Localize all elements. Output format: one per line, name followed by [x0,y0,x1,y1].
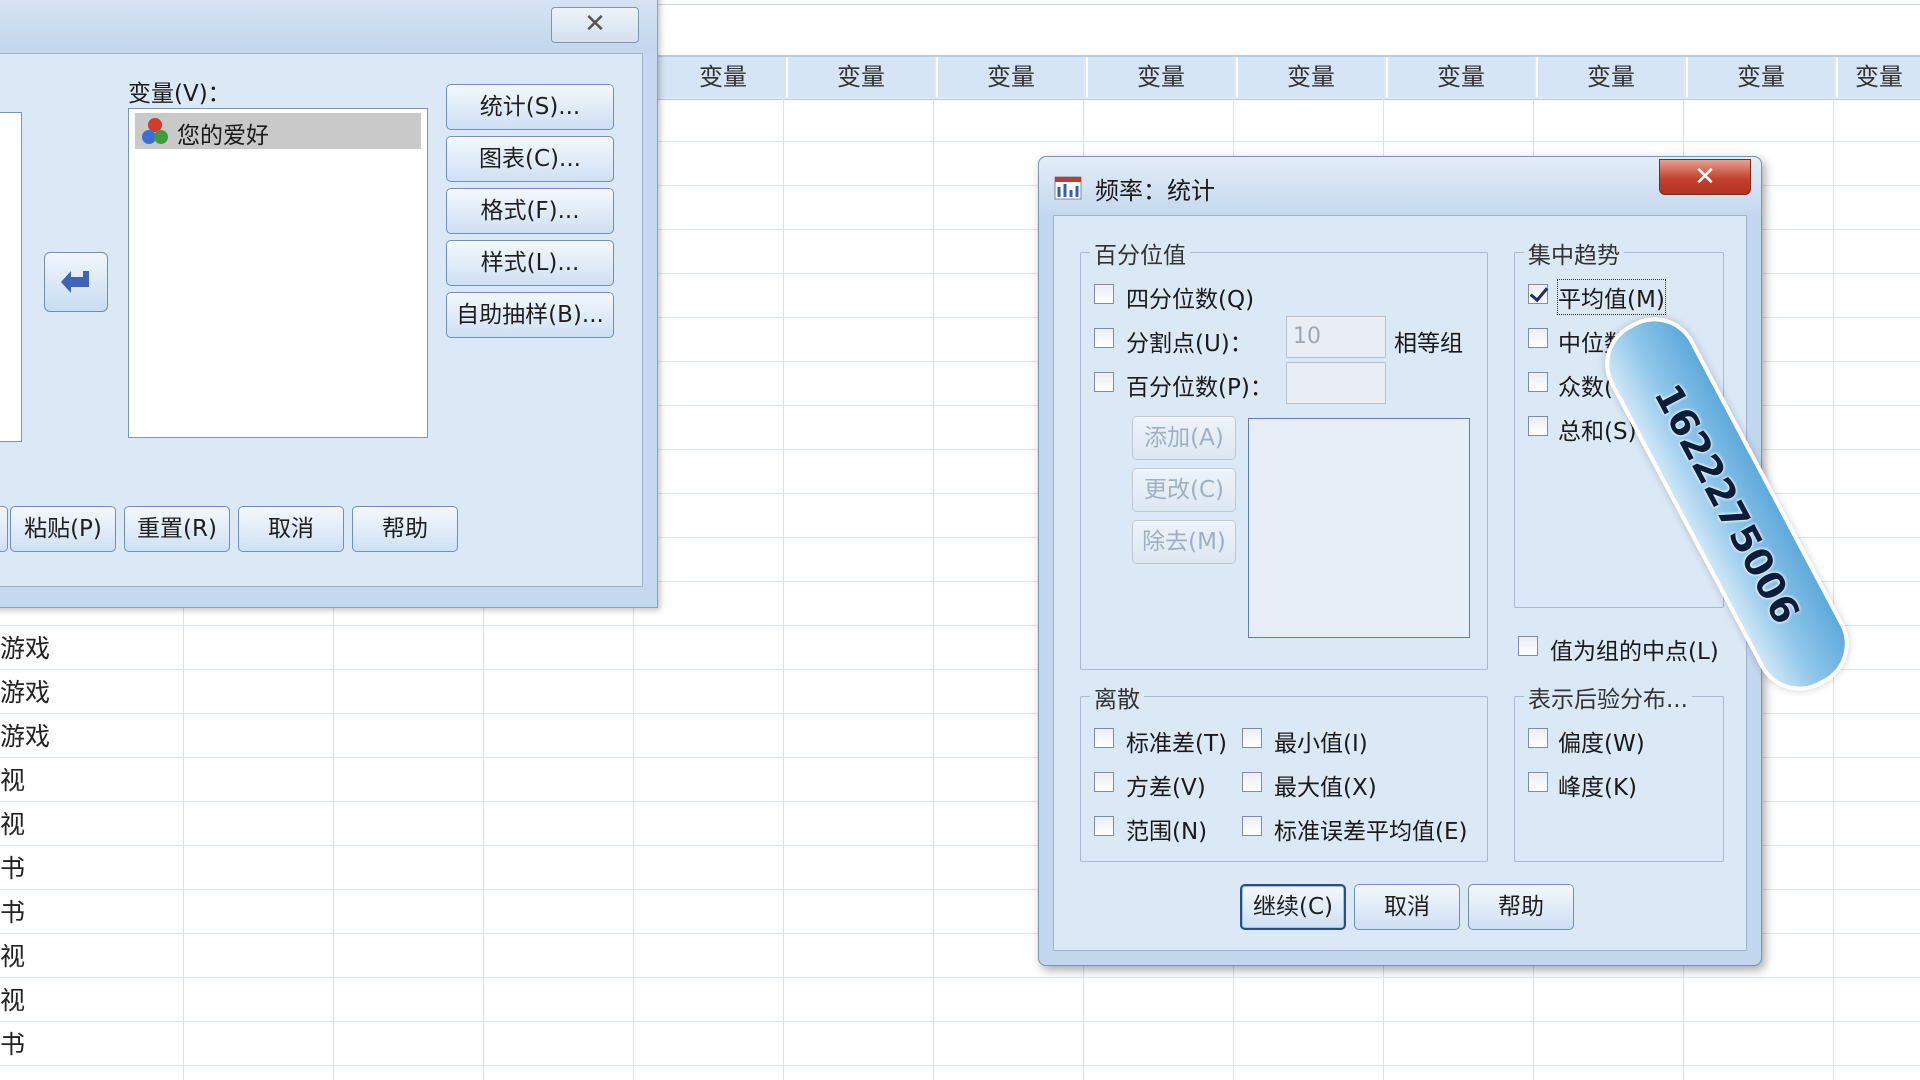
variance-checkbox[interactable] [1094,772,1114,792]
kurtosis-label: 峰度(K) [1558,775,1638,801]
mode-checkbox[interactable] [1528,372,1548,392]
column-header[interactable]: 变量 [1086,57,1234,97]
percentiles-checkbox[interactable] [1094,372,1114,392]
statistics-titlebar[interactable]: 频率：统计 [1039,157,1761,215]
maximum-checkbox[interactable] [1242,772,1262,792]
app-icon [1054,176,1082,200]
se-mean-label: 标准误差平均值(E) [1274,819,1468,845]
close-icon: ✕ [1694,162,1716,192]
table-cell[interactable]: 游戏 [0,627,50,671]
percentiles-input[interactable] [1286,362,1386,404]
maximum-label: 最大值(X) [1274,775,1377,801]
frequencies-dialog: ✕ 变量(V)： 您的爱好 统计(S)... 图表(C)... 格式(F)...… [0,0,658,608]
skewness-label: 偏度(W) [1558,731,1645,757]
mean-checkbox[interactable] [1528,284,1548,304]
frequencies-client-area: 变量(V)： 您的爱好 统计(S)... 图表(C)... 格式(F)... 样… [0,53,643,587]
statistics-dialog: 频率：统计 ✕ 百分位值 四分位数(Q) 分割点(U)： 10 相等组 百分位数… [1038,156,1762,966]
table-cell[interactable]: 书 [0,891,25,935]
move-variable-button[interactable] [44,252,108,312]
column-header[interactable]: 变量 [1536,57,1684,97]
continue-button[interactable]: 继续(C) [1240,884,1346,930]
column-header[interactable]: 变量 [1686,57,1834,97]
dialog-title: 频率：统计 [1095,177,1215,205]
charts-button[interactable]: 图表(C)... [446,136,614,182]
column-header[interactable]: 变量 [1386,57,1534,97]
help-button[interactable]: 帮助 [352,506,458,552]
bootstrap-button[interactable]: 自助抽样(B)... [446,292,614,338]
minimum-label: 最小值(I) [1274,731,1368,757]
std-dev-label: 标准差(T) [1126,731,1227,757]
variable-name: 您的爱好 [177,123,269,149]
close-button[interactable]: ✕ [1659,159,1751,195]
percentiles-label: 百分位数(P)： [1126,375,1273,401]
table-cell[interactable]: 视 [0,979,25,1023]
group-midpoints-label: 值为组的中点(L) [1550,639,1719,665]
target-variable-list[interactable]: 您的爱好 [128,108,428,438]
arrow-left-icon [61,271,89,293]
column-header[interactable]: 变量 [1236,57,1384,97]
variance-label: 方差(V) [1126,775,1206,801]
equal-groups-label: 相等组 [1394,331,1463,357]
variables-label: 变量(V)： [128,81,231,107]
close-icon: ✕ [584,9,606,39]
paste-button[interactable]: 粘贴(P) [10,506,116,552]
reset-button[interactable]: 重置(R) [124,506,230,552]
table-cell[interactable]: 视 [0,935,25,979]
distribution-title: 表示后验分布... [1524,680,1692,714]
source-variable-list[interactable] [0,112,22,442]
table-cell[interactable]: 游戏 [0,671,50,715]
range-checkbox[interactable] [1094,816,1114,836]
change-button[interactable]: 更改(C) [1132,468,1236,512]
mean-label: 平均值(M) [1557,279,1666,315]
remove-button[interactable]: 除去(M) [1132,520,1236,564]
list-item[interactable]: 您的爱好 [135,113,421,149]
column-header[interactable]: 变量 [936,57,1084,97]
group-midpoints-checkbox[interactable] [1518,636,1538,656]
cancel-button[interactable]: 取消 [238,506,344,552]
sum-checkbox[interactable] [1528,416,1548,436]
grid-row-line [0,1065,1920,1066]
kurtosis-checkbox[interactable] [1528,772,1548,792]
cut-points-label: 分割点(U)： [1126,331,1253,357]
median-checkbox[interactable] [1528,328,1548,348]
range-label: 范围(N) [1126,819,1208,845]
table-cell[interactable]: 书 [0,847,25,891]
quartiles-checkbox[interactable] [1094,284,1114,304]
percentile-group-title: 百分位值 [1090,236,1190,270]
se-mean-checkbox[interactable] [1242,816,1262,836]
format-button[interactable]: 格式(F)... [446,188,614,234]
cancel-button[interactable]: 取消 [1354,884,1460,930]
skewness-checkbox[interactable] [1528,728,1548,748]
percentiles-list[interactable] [1248,418,1470,638]
quartiles-label: 四分位数(Q) [1126,287,1255,313]
table-cell[interactable]: 视 [0,759,25,803]
add-button[interactable]: 添加(A) [1132,416,1236,460]
cut-points-checkbox[interactable] [1094,328,1114,348]
column-header[interactable]: 变量 [786,57,934,97]
central-tendency-title: 集中趋势 [1524,236,1624,270]
column-header[interactable]: 变量 [648,57,796,97]
grid-row-line [0,977,1920,978]
table-cell[interactable]: 书 [0,1023,25,1067]
help-button[interactable]: 帮助 [1468,884,1574,930]
cut-points-input[interactable]: 10 [1286,316,1386,358]
close-button[interactable]: ✕ [551,7,639,43]
column-header[interactable]: 变量 [1836,57,1920,97]
grid-row-line [0,1021,1920,1022]
ok-button-cropped[interactable] [0,506,8,552]
std-dev-checkbox[interactable] [1094,728,1114,748]
style-button[interactable]: 样式(L)... [446,240,614,286]
nominal-variable-icon [142,118,168,144]
dispersion-title: 离散 [1090,680,1144,714]
table-cell[interactable]: 游戏 [0,715,50,759]
minimum-checkbox[interactable] [1242,728,1262,748]
table-cell[interactable]: 视 [0,803,25,847]
sum-label: 总和(S) [1558,419,1637,445]
statistics-button[interactable]: 统计(S)... [446,84,614,130]
